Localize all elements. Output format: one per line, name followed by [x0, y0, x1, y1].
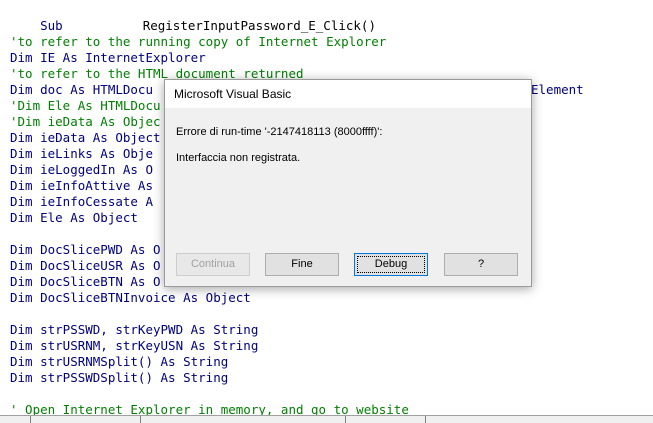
code-line: Dim ieInfoAttive As — [10, 178, 153, 193]
code-line: Dim doc As HTMLDocu — [10, 82, 153, 97]
code-line: Dim DocSliceBTNInvoice As Object — [10, 290, 251, 305]
code-line: Dim IE As InternetExplorer — [10, 50, 206, 65]
code-line: Dim ieData As Object — [10, 130, 161, 145]
sub-declaration: Sub RegisterInputPassword_E_Click() — [40, 18, 376, 33]
code-line: Dim DocSlicePWD As O — [10, 242, 161, 257]
code-line: 'Dim Ele As HTMLDocu — [10, 98, 161, 113]
end-button[interactable]: Fine — [265, 253, 339, 276]
error-dialog[interactable]: Microsoft Visual Basic Errore di run-tim… — [164, 79, 532, 287]
code-line: 'to refer to the running copy of Interne… — [10, 34, 387, 49]
code-line: Dim strUSRNMSplit() As String — [10, 354, 229, 369]
code-line: Dim strPSSWD, strKeyPWD As String — [10, 322, 259, 337]
continue-button[interactable]: Continua — [176, 253, 250, 276]
dialog-titlebar[interactable]: Microsoft Visual Basic — [165, 80, 531, 108]
code-line: Dim strPSSWDSplit() As String — [10, 370, 229, 385]
code-line: Dim DocSliceUSR As O — [10, 258, 161, 273]
error-message-text: Interfaccia non registrata. — [176, 152, 301, 164]
code-line: 'Dim ieData As Objec — [10, 114, 161, 129]
dialog-title: Microsoft Visual Basic — [174, 87, 292, 101]
code-line: Dim ieLoggedIn As O — [10, 162, 153, 177]
code-line: Dim strUSRNM, strKeyUSN As String — [10, 338, 259, 353]
error-code-text: Errore di run-time '-2147418113 (8000fff… — [176, 126, 383, 138]
code-line: Dim Ele As Object — [10, 210, 138, 225]
sub-name: RegisterInputPassword_E_Click() — [142, 18, 376, 33]
debug-button[interactable]: Debug — [354, 253, 428, 276]
help-button[interactable]: ? — [444, 253, 518, 276]
code-line: Dim ieInfoCessate A — [10, 194, 153, 209]
code-line: Dim DocSliceBTN As O — [10, 274, 161, 289]
code-line-fragment: Element — [531, 82, 584, 97]
code-line: Dim ieLinks As Obje — [10, 146, 153, 161]
